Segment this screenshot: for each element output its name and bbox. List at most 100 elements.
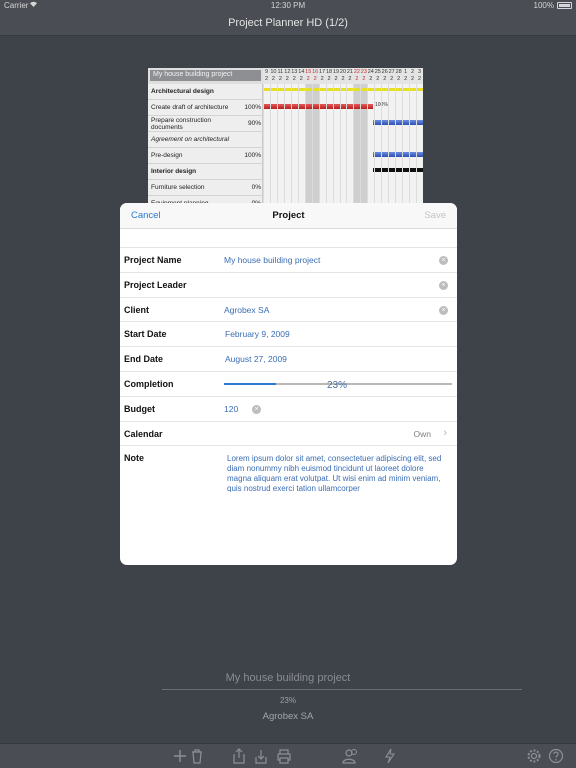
note-row[interactable]: Note Lorem ipsum dolor sit amet, consect… [120, 445, 457, 505]
gantt-summary-bar [263, 88, 423, 91]
gantt-task-row[interactable]: Agreement on architectural [148, 132, 263, 148]
note-textarea[interactable]: Lorem ipsum dolor sit amet, consectetuer… [227, 454, 449, 492]
gantt-day-label: 1 2 [404, 69, 408, 82]
gantt-day-label: 25 2 [374, 69, 381, 82]
gantt-grid-line [339, 84, 341, 208]
background-completion: 23% [279, 696, 296, 705]
gantt-day-label: 17 2 [319, 69, 326, 82]
completion-slider-fill [224, 383, 277, 385]
budget-row[interactable]: Budget 120 × [120, 396, 457, 421]
bottom-toolbar [0, 743, 576, 768]
download-icon[interactable] [254, 748, 268, 764]
clear-icon[interactable]: × [439, 281, 448, 290]
navigation-bar: Project Planner HD (1/2) [0, 12, 576, 36]
project-name-label: Project Name [124, 255, 182, 265]
gantt-task-label: Create draft of architecture [151, 104, 229, 111]
help-icon[interactable] [548, 748, 564, 764]
budget-label: Budget [124, 404, 155, 414]
completion-value: 23% [327, 380, 348, 391]
gantt-grid-line [263, 84, 264, 208]
gantt-task-label: Agreement on architectural [151, 136, 230, 143]
gantt-day-label: 11 2 [277, 69, 284, 82]
gantt-task-percent: 100% [244, 104, 261, 111]
project-leader-row[interactable]: Project Leader × [120, 272, 457, 297]
project-dialog: Cancel Project Save Project Name My hous… [120, 203, 457, 565]
end-date-label: End Date [124, 354, 164, 364]
gantt-day-label: 18 2 [326, 69, 333, 82]
start-date-field[interactable]: February 9, 2009 [225, 329, 290, 339]
gantt-task-percent: 0% [251, 184, 261, 191]
background-client: Agrobex SA [262, 711, 314, 722]
gantt-grid-line [360, 84, 362, 208]
gantt-task-label: Prepare construction documents [151, 116, 211, 131]
gantt-day-label: 14 2 [298, 69, 305, 82]
gantt-task-row[interactable]: Furniture selection 0% [148, 180, 263, 196]
gantt-chart[interactable]: My house building project 9 2 10 2 11 2 12 … [148, 68, 423, 208]
gantt-grid-line [297, 84, 299, 208]
battery-percentage: 100% [533, 1, 554, 10]
battery-icon [557, 2, 572, 9]
gantt-day-header: 9 2 10 2 11 2 12 2 13 2 14 2 15 2 16 2 17 2 18 21… [263, 68, 423, 84]
gantt-grid-line [409, 84, 411, 208]
save-button[interactable]: Save [424, 210, 446, 221]
gantt-day-label: 24 2 [367, 69, 374, 82]
clear-icon[interactable]: × [252, 405, 261, 414]
gantt-grid-line [374, 84, 376, 208]
gantt-task-row[interactable]: Prepare construction documents 90% [148, 116, 263, 132]
gantt-grid-line [388, 84, 390, 208]
gear-icon[interactable] [526, 748, 542, 764]
completion-label: Completion [124, 379, 174, 389]
print-icon[interactable] [276, 748, 292, 764]
gantt-day-label: 26 2 [381, 69, 388, 82]
clear-icon[interactable]: × [439, 306, 448, 315]
gantt-day-label: 15 2 [305, 69, 312, 82]
gantt-grid-line [290, 84, 292, 208]
dialog-title: Project [272, 210, 305, 221]
completion-row: Completion 23% [120, 371, 457, 396]
gantt-timeline: 100% [263, 84, 423, 208]
gantt-day-label: 9 2 [264, 69, 268, 82]
gantt-grid-line [269, 84, 271, 208]
end-date-row[interactable]: End Date August 27, 2009 [120, 346, 457, 371]
gantt-task-list: Architectural design Create draft of arch… [148, 84, 263, 208]
plus-icon[interactable] [173, 748, 187, 764]
start-date-row[interactable]: Start Date February 9, 2009 [120, 321, 457, 346]
gantt-task-percent: 90% [247, 120, 261, 127]
calendar-row[interactable]: Calendar Own › [120, 421, 457, 446]
lightning-icon[interactable] [384, 748, 396, 764]
budget-field[interactable]: 120 [224, 404, 238, 414]
share-icon[interactable] [232, 748, 246, 764]
client-row[interactable]: Client Agrobex SA × [120, 297, 457, 322]
gantt-task-row[interactable]: Create draft of architecture 100% [148, 100, 263, 116]
gantt-task-label: Furniture selection [151, 184, 205, 191]
gantt-day-label: 22 2 [353, 69, 360, 82]
gantt-grid-line [283, 84, 285, 208]
gantt-task-row[interactable]: Interior design [148, 164, 263, 180]
gantt-task-row[interactable]: Pre-design 100% [148, 148, 263, 164]
client-field[interactable]: Agrobex SA [224, 305, 269, 315]
gantt-day-label: 10 2 [270, 69, 277, 82]
end-date-field[interactable]: August 27, 2009 [225, 354, 287, 364]
gantt-project-title: My house building project [150, 70, 261, 81]
gantt-task-label: Interior design [151, 168, 197, 175]
gantt-day-label: 16 2 [312, 69, 319, 82]
gantt-day-label: 13 2 [291, 69, 298, 82]
gantt-grid-line [402, 84, 404, 208]
gantt-day-label: 19 2 [332, 69, 340, 82]
project-name-field[interactable]: My house building project [224, 255, 320, 265]
project-name-row[interactable]: Project Name My house building project × [120, 247, 457, 272]
dialog-header: Cancel Project Save [120, 203, 457, 229]
clear-icon[interactable]: × [439, 256, 448, 265]
nav-title: Project Planner HD (1/2) [228, 17, 348, 29]
cancel-button[interactable]: Cancel [131, 210, 161, 221]
calendar-label: Calendar [124, 429, 163, 439]
gantt-task-percent: 100% [244, 152, 261, 159]
people-icon[interactable] [342, 748, 360, 764]
gantt-grid-line [332, 84, 334, 208]
trash-icon[interactable] [190, 748, 204, 764]
calendar-value: Own [413, 429, 431, 439]
gantt-day-label: 20 2 [339, 69, 347, 82]
start-date-label: Start Date [124, 329, 167, 339]
gantt-task-row[interactable]: Architectural design [148, 84, 263, 100]
gantt-day-label: 3 2 [417, 69, 422, 82]
